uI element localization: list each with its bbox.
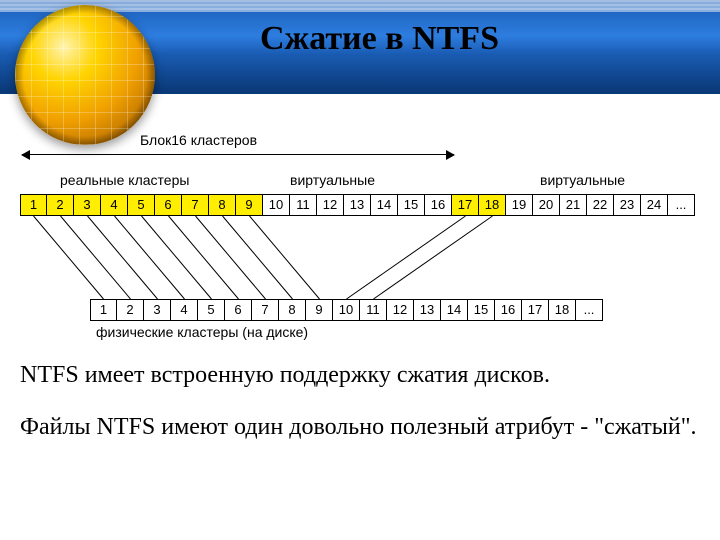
paragraph-2: Файлы NTFS имеют один довольно полезный … bbox=[20, 412, 700, 442]
body-text: NTFS имеет встроенную поддержку сжатия д… bbox=[20, 360, 700, 464]
globe-icon bbox=[15, 5, 155, 145]
cluster-diagram: Блок16 кластеров реальные кластеры вирту… bbox=[10, 124, 710, 349]
header-bar: Сжатие в NTFS bbox=[0, 0, 720, 94]
mapping-connectors bbox=[10, 124, 710, 349]
paragraph-1: NTFS имеет встроенную поддержку сжатия д… bbox=[20, 360, 700, 390]
phys-label: физические кластеры (на диске) bbox=[96, 324, 308, 340]
page-title: Сжатие в NTFS bbox=[260, 20, 499, 58]
